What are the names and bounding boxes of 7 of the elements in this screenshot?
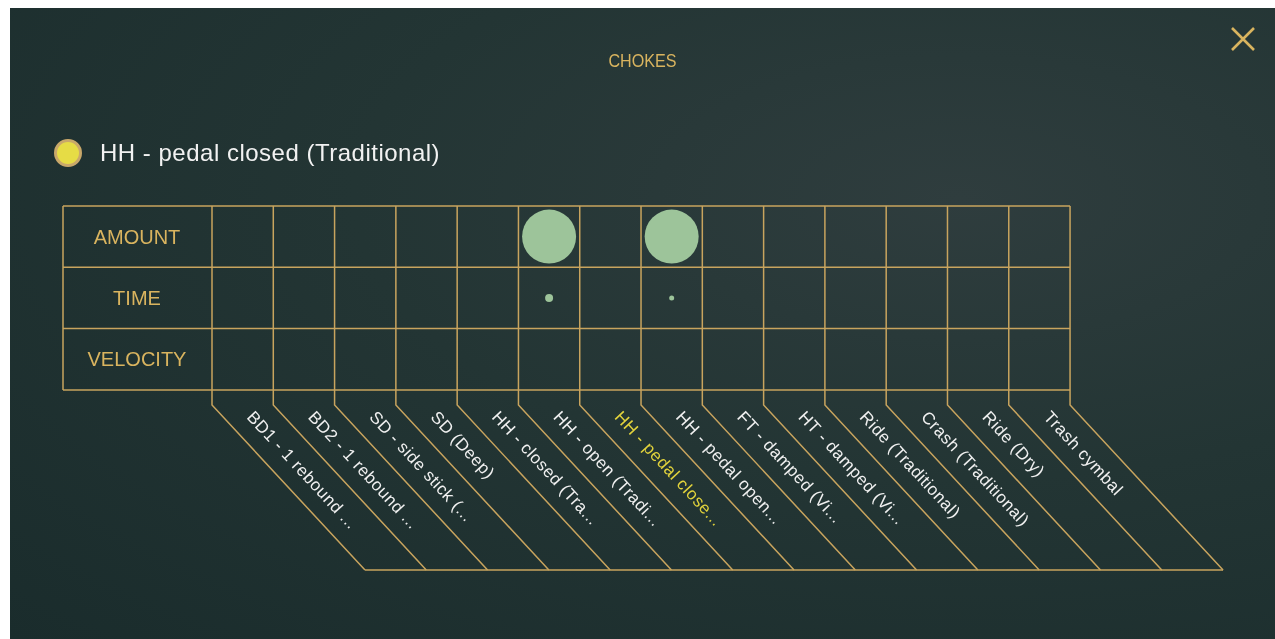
dialog-title: CHOKES [607,49,678,73]
row-label: AMOUNT [93,225,181,248]
row-label: TIME [113,286,161,309]
source-label: HH - pedal closed (Traditional) [100,139,441,167]
close-icon[interactable] [1230,26,1256,52]
radio-indicator[interactable] [54,139,82,167]
row-label: VELOCITY [87,348,187,371]
